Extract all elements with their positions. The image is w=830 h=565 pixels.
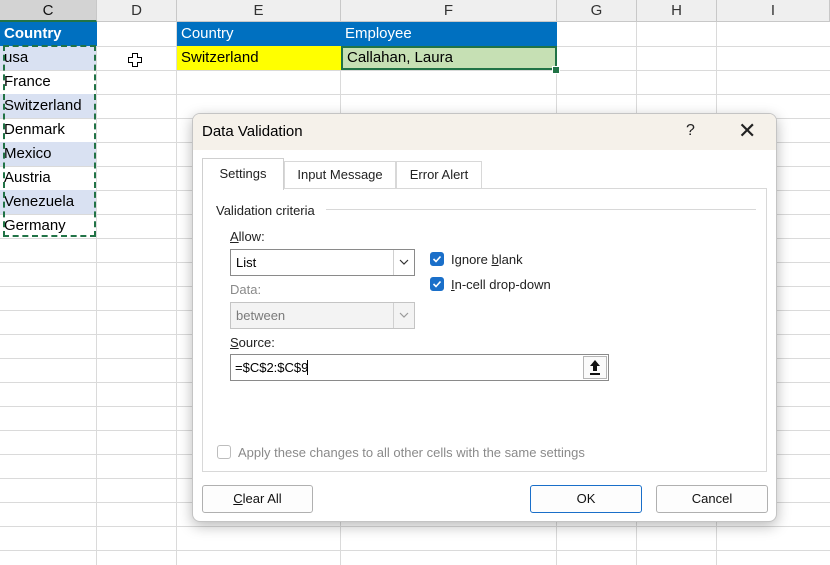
section-label: Validation criteria xyxy=(216,203,315,218)
ignore-blank-text-1: Ignore xyxy=(451,252,492,267)
column-header-e[interactable]: E xyxy=(177,0,341,22)
cell-e2-country[interactable]: Switzerland xyxy=(177,46,341,70)
tab-settings[interactable]: Settings xyxy=(202,158,284,190)
section-divider xyxy=(326,209,756,210)
allow-label: Allow: xyxy=(230,229,265,244)
apply-all-label[interactable]: Apply these changes to all other cells w… xyxy=(238,445,585,460)
close-icon[interactable]: ✕ xyxy=(738,118,756,144)
cell-cursor-icon xyxy=(128,53,142,67)
copy-marquee xyxy=(3,45,96,237)
cell-f1-header[interactable]: Employee xyxy=(341,22,557,46)
tab-input-message[interactable]: Input Message xyxy=(284,161,396,189)
in-cell-dropdown-label[interactable]: In-cell drop-down xyxy=(451,277,551,292)
ignore-blank-text-2: lank xyxy=(498,252,523,267)
source-label-rest: ource: xyxy=(238,335,275,350)
gridline xyxy=(0,526,830,527)
data-value: between xyxy=(236,308,286,323)
data-validation-dialog: Data Validation ? ✕ Settings Input Messa… xyxy=(192,113,777,522)
column-header-g[interactable]: G xyxy=(557,0,637,22)
chevron-down-icon xyxy=(393,303,414,328)
allow-label-mnemonic: A xyxy=(230,229,239,244)
clear-all-button[interactable]: Clear All xyxy=(202,485,313,513)
column-header-h[interactable]: H xyxy=(637,0,717,22)
checkmark-icon xyxy=(432,255,442,263)
gridline xyxy=(0,70,830,71)
gridline xyxy=(0,94,830,95)
cancel-button[interactable]: Cancel xyxy=(656,485,768,513)
text-caret xyxy=(307,360,308,375)
chevron-down-icon[interactable] xyxy=(393,250,414,275)
checkmark-icon xyxy=(432,280,442,288)
fill-handle[interactable] xyxy=(552,66,560,74)
cell-c1-header[interactable]: Country xyxy=(0,22,97,46)
gridline xyxy=(0,550,830,551)
allow-value: List xyxy=(236,255,257,270)
dialog-title: Data Validation xyxy=(202,123,303,140)
data-select: between xyxy=(230,302,415,329)
cell-f2-employee-selected[interactable]: Callahan, Laura xyxy=(341,46,557,70)
gridline xyxy=(176,22,177,565)
clear-all-label: lear All xyxy=(242,491,282,506)
source-label: Source: xyxy=(230,335,275,350)
source-value: =$C$2:$C$9 xyxy=(235,360,309,375)
ignore-blank-mnemonic: b xyxy=(491,252,499,267)
gridline xyxy=(96,22,97,565)
tab-error-alert[interactable]: Error Alert xyxy=(396,161,482,189)
collapse-dialog-button[interactable] xyxy=(583,356,607,379)
column-header-i[interactable]: I xyxy=(717,0,830,22)
column-header-d[interactable]: D xyxy=(97,0,177,22)
apply-all-checkbox[interactable] xyxy=(217,445,231,459)
help-button[interactable]: ? xyxy=(686,122,695,140)
allow-select[interactable]: List xyxy=(230,249,415,276)
upload-arrow-icon xyxy=(590,360,600,375)
clear-all-mnemonic: C xyxy=(233,491,243,506)
ok-button[interactable]: OK xyxy=(530,485,642,513)
ignore-blank-label[interactable]: Ignore blank xyxy=(451,252,523,267)
in-cell-dropdown-text: n-cell drop-down xyxy=(454,277,551,292)
ignore-blank-checkbox[interactable] xyxy=(430,252,444,266)
column-header-c[interactable]: C xyxy=(0,0,97,22)
source-input[interactable]: =$C$2:$C$9 xyxy=(230,354,609,381)
allow-label-rest: llow: xyxy=(238,229,265,244)
source-mnemonic: S xyxy=(230,335,239,350)
settings-panel: Validation criteria Allow: List Data: be… xyxy=(202,188,767,472)
cell-e1-header[interactable]: Country xyxy=(177,22,341,46)
data-label: Data: xyxy=(230,282,262,297)
column-header-f[interactable]: F xyxy=(341,0,557,22)
dialog-titlebar[interactable]: Data Validation ? ✕ xyxy=(193,114,776,150)
in-cell-dropdown-checkbox[interactable] xyxy=(430,277,444,291)
